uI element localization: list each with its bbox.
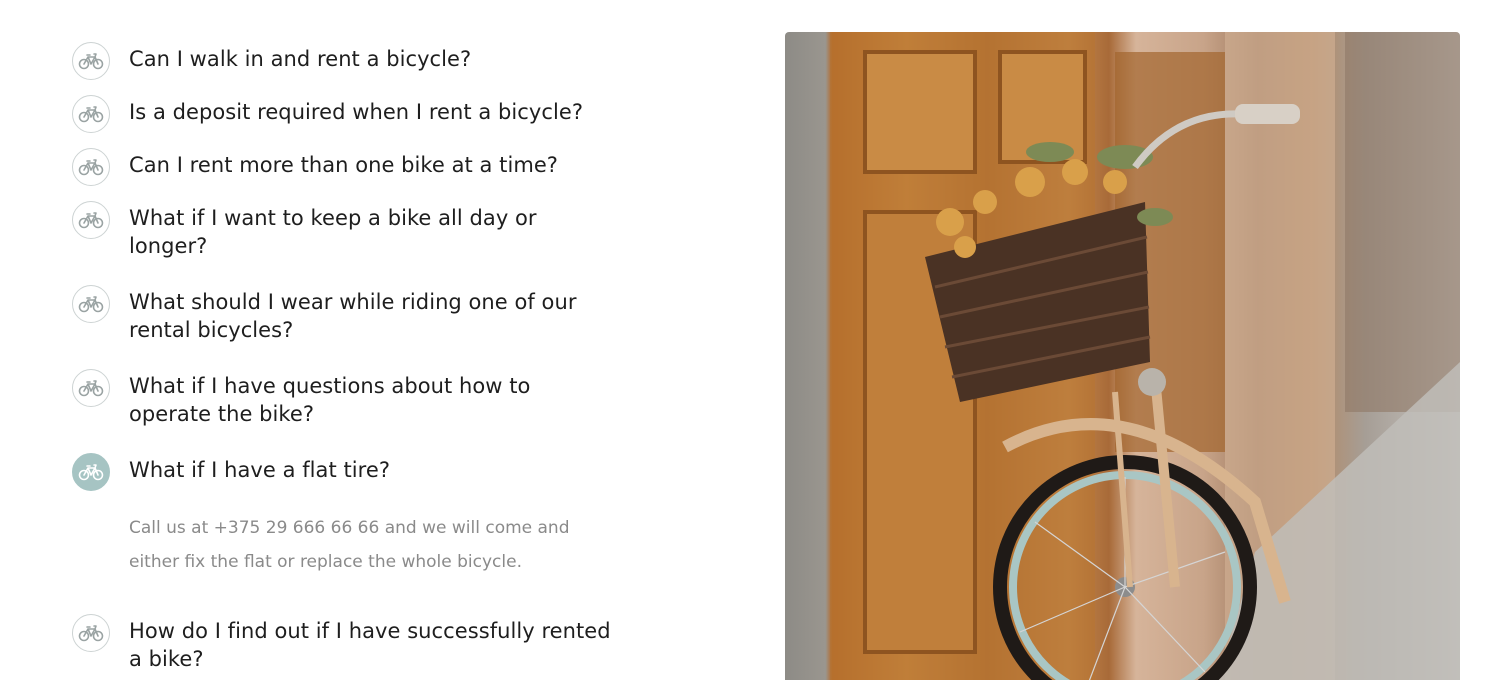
bicycle-icon	[72, 614, 110, 652]
faq-item-multiple-bikes[interactable]: Can I rent more than one bike at a time?	[72, 148, 632, 186]
faq-item-operate-bike[interactable]: What if I have questions about how to op…	[72, 369, 632, 428]
faq-question: Is a deposit required when I rent a bicy…	[129, 100, 584, 124]
faq-list: Can I walk in and rent a bicycle? Is a d…	[72, 42, 632, 673]
faq-item-deposit[interactable]: Is a deposit required when I rent a bicy…	[72, 95, 632, 133]
faq-question: How do I find out if I have successfully…	[129, 619, 611, 671]
faq-item-what-to-wear[interactable]: What should I wear while riding one of o…	[72, 285, 632, 344]
faq-question: What if I have questions about how to op…	[129, 374, 531, 426]
bicycle-icon	[72, 285, 110, 323]
faq-question: What if I have a flat tire?	[129, 458, 391, 482]
faq-item-walk-in[interactable]: Can I walk in and rent a bicycle?	[72, 42, 632, 80]
faq-question: What if I want to keep a bike all day or…	[129, 206, 537, 258]
photo-illustration	[830, 32, 1460, 680]
faq-question: Can I rent more than one bike at a time?	[129, 153, 559, 177]
faq-item-all-day[interactable]: What if I want to keep a bike all day or…	[72, 201, 632, 260]
bicycle-icon	[72, 148, 110, 186]
faq-answer: Call us at +375 29 666 66 66 and we will…	[129, 518, 570, 572]
faq-item-rental-confirmation[interactable]: How do I find out if I have successfully…	[72, 614, 632, 673]
faq-item-flat-tire[interactable]: What if I have a flat tire?	[72, 453, 632, 491]
bicycle-icon	[72, 369, 110, 407]
faq-question: What should I wear while riding one of o…	[129, 290, 577, 342]
bicycle-icon	[72, 453, 110, 491]
bicycle-icon	[72, 42, 110, 80]
bicycle-with-basket-photo	[785, 32, 1460, 680]
bicycle-icon	[72, 201, 110, 239]
bicycle-icon	[72, 95, 110, 133]
faq-question: Can I walk in and rent a bicycle?	[129, 47, 472, 71]
